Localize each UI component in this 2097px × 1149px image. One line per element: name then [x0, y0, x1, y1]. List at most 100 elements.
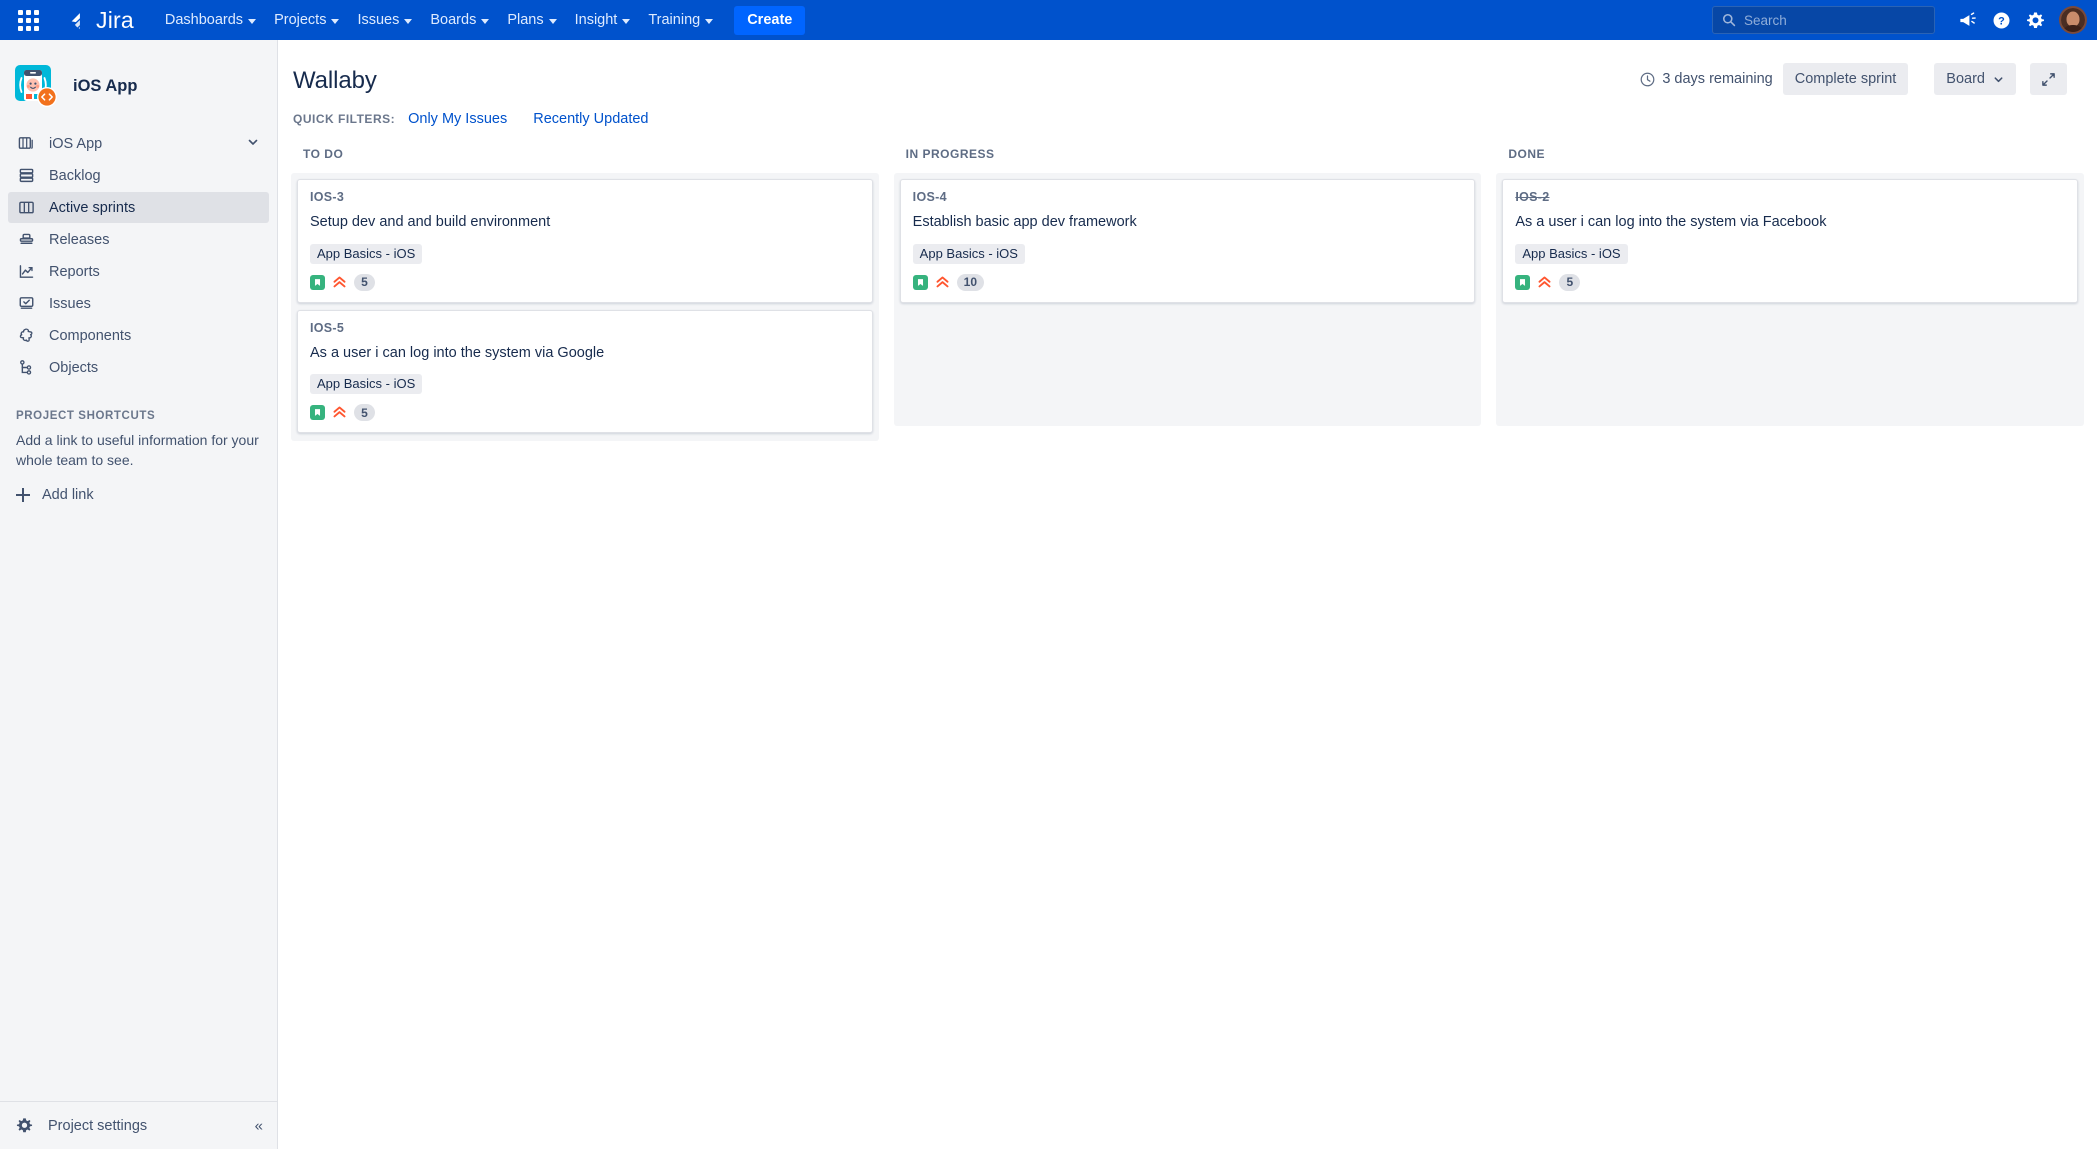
- objects-tree-icon: [16, 358, 36, 378]
- complete-sprint-button[interactable]: Complete sprint: [1782, 63, 1909, 95]
- project-settings-button[interactable]: Project settings: [14, 1116, 147, 1136]
- issue-meta-row: 5: [310, 273, 860, 291]
- chevron-down-icon[interactable]: [247, 136, 259, 152]
- story-icon: [310, 405, 325, 421]
- quick-filters-bar: QUICK FILTERS: Only My Issues Recently U…: [293, 111, 2065, 127]
- board-stack-icon: [16, 134, 36, 154]
- highest-priority-icon: [332, 405, 347, 420]
- settings-button[interactable]: [2019, 4, 2051, 36]
- epic-label[interactable]: App Basics - iOS: [310, 374, 423, 395]
- issue-card[interactable]: IOS-4 Establish basic app dev framework …: [899, 179, 1476, 303]
- epic-label[interactable]: App Basics - iOS: [1515, 243, 1628, 264]
- highest-priority-icon: [935, 275, 950, 290]
- svg-text:?: ?: [1998, 15, 2005, 27]
- issue-key[interactable]: IOS-3: [310, 190, 860, 204]
- chevron-down-icon: [705, 18, 714, 24]
- announcements-button[interactable]: [1951, 4, 1983, 36]
- sidebar-item-active-sprints[interactable]: Active sprints: [8, 192, 269, 223]
- user-avatar[interactable]: [2059, 6, 2087, 34]
- jira-home-logo[interactable]: Jira: [68, 0, 134, 40]
- chevron-down-icon: [331, 18, 340, 24]
- column-dropzone[interactable]: IOS-3 Setup dev and and build environmen…: [291, 173, 879, 442]
- search-placeholder: Search: [1744, 12, 1787, 28]
- issue-key[interactable]: IOS-4: [913, 190, 1463, 204]
- issues-icon: [16, 294, 36, 314]
- app-switcher-button[interactable]: [8, 0, 48, 40]
- clock-icon: [1640, 72, 1655, 86]
- quick-filter-only-my-issues[interactable]: Only My Issues: [408, 111, 507, 127]
- nav-item-boards[interactable]: Boards: [421, 4, 498, 36]
- collapse-sidebar-button[interactable]: «: [255, 1117, 263, 1134]
- nav-item-insight[interactable]: Insight: [566, 4, 640, 36]
- nav-item-plans[interactable]: Plans: [498, 4, 565, 36]
- project-header[interactable]: iOS App: [0, 40, 277, 128]
- sidebar-item-reports[interactable]: Reports: [8, 256, 269, 287]
- story-icon: [310, 274, 325, 290]
- nav-item-training[interactable]: Training: [639, 4, 722, 36]
- issue-card[interactable]: IOS-3 Setup dev and and build environmen…: [297, 179, 873, 303]
- releases-icon: [16, 230, 36, 250]
- nav-item-issues[interactable]: Issues: [348, 4, 421, 36]
- sidebar-item-ios-app[interactable]: iOS App: [8, 128, 269, 159]
- add-link-button[interactable]: Add link: [0, 471, 277, 503]
- help-button[interactable]: ?: [1985, 4, 2017, 36]
- column-header: IN PROGRESS: [905, 147, 995, 161]
- epic-label[interactable]: App Basics - iOS: [912, 243, 1025, 264]
- chevron-down-icon: [481, 18, 490, 24]
- nav-label: Issues: [357, 12, 400, 28]
- chevron-down-icon: [1994, 76, 2003, 82]
- columns-icon: [16, 198, 36, 218]
- issue-card[interactable]: IOS-2 As a user i can log into the syste…: [1502, 179, 2079, 303]
- nav-label: Plans: [507, 12, 544, 28]
- nav-right-tools: Search ?: [1712, 0, 2089, 40]
- column-dropzone[interactable]: IOS-4 Establish basic app dev framework …: [893, 173, 1482, 426]
- board-menu-button[interactable]: Board: [1934, 63, 2016, 95]
- issue-summary: Setup dev and and build environment: [310, 214, 551, 230]
- sidebar-item-issues[interactable]: Issues: [8, 288, 269, 319]
- fullscreen-button[interactable]: [2030, 63, 2067, 95]
- reports-chart-icon: [16, 262, 36, 282]
- epic-label[interactable]: App Basics - iOS: [310, 243, 423, 264]
- sidebar-item-releases[interactable]: Releases: [8, 224, 269, 255]
- story-points-badge: 5: [1559, 273, 1581, 291]
- main-menu: Dashboards Projects Issues Boards Plans …: [156, 0, 806, 40]
- sidebar-item-components[interactable]: Components: [8, 320, 269, 351]
- column-dropzone[interactable]: IOS-2 As a user i can log into the syste…: [1496, 173, 2085, 426]
- project-settings-label: Project settings: [48, 1117, 148, 1134]
- help-icon: ?: [1993, 12, 2009, 28]
- search-input[interactable]: Search: [1712, 6, 1935, 34]
- board-menu-label: Board: [1946, 71, 1985, 87]
- sidebar-item-label: Reports: [49, 263, 100, 280]
- sidebar-item-label: Issues: [49, 295, 91, 312]
- sidebar-item-label: Backlog: [49, 167, 101, 184]
- project-shortcuts-heading: PROJECT SHORTCUTS: [16, 410, 156, 422]
- issue-meta-row: 5: [1515, 273, 2065, 291]
- issue-card[interactable]: IOS-5 As a user i can log into the syste…: [297, 309, 873, 434]
- nav-label: Dashboards: [164, 12, 244, 28]
- nav-item-projects[interactable]: Projects: [265, 4, 348, 36]
- sidebar-item-objects[interactable]: Objects: [8, 352, 269, 383]
- column-header: TO DO: [303, 147, 344, 161]
- components-puzzle-icon: [16, 326, 36, 346]
- issue-meta-row: 5: [310, 404, 860, 422]
- nav-label: Insight: [574, 12, 618, 28]
- issue-summary: As a user i can log into the system via …: [1515, 214, 1827, 230]
- nav-label: Projects: [274, 12, 327, 28]
- story-points-badge: 5: [354, 273, 375, 291]
- expand-arrows-icon: [2042, 72, 2055, 86]
- issue-summary: As a user i can log into the system via …: [310, 344, 605, 361]
- top-navigation-bar: Jira Dashboards Projects Issues Boards P…: [0, 0, 2097, 40]
- nav-item-dashboards[interactable]: Dashboards: [156, 4, 265, 36]
- create-button[interactable]: Create: [734, 5, 806, 35]
- project-sidebar: iOS App iOS App Backlog Active sprints R…: [0, 40, 278, 1149]
- nav-label: Training: [648, 12, 701, 28]
- issue-key[interactable]: IOS-5: [310, 321, 860, 335]
- issue-key[interactable]: IOS-2: [1515, 190, 2065, 204]
- grid-apps-icon: [17, 9, 39, 31]
- sidebar-item-backlog[interactable]: Backlog: [8, 160, 269, 191]
- megaphone-icon: [1959, 11, 1976, 26]
- quick-filter-recently-updated[interactable]: Recently Updated: [533, 111, 648, 127]
- issue-summary: Establish basic app dev framework: [912, 214, 1137, 230]
- sidebar-nav-list: iOS App Backlog Active sprints Releases …: [0, 128, 277, 383]
- story-points-badge: 10: [956, 273, 985, 291]
